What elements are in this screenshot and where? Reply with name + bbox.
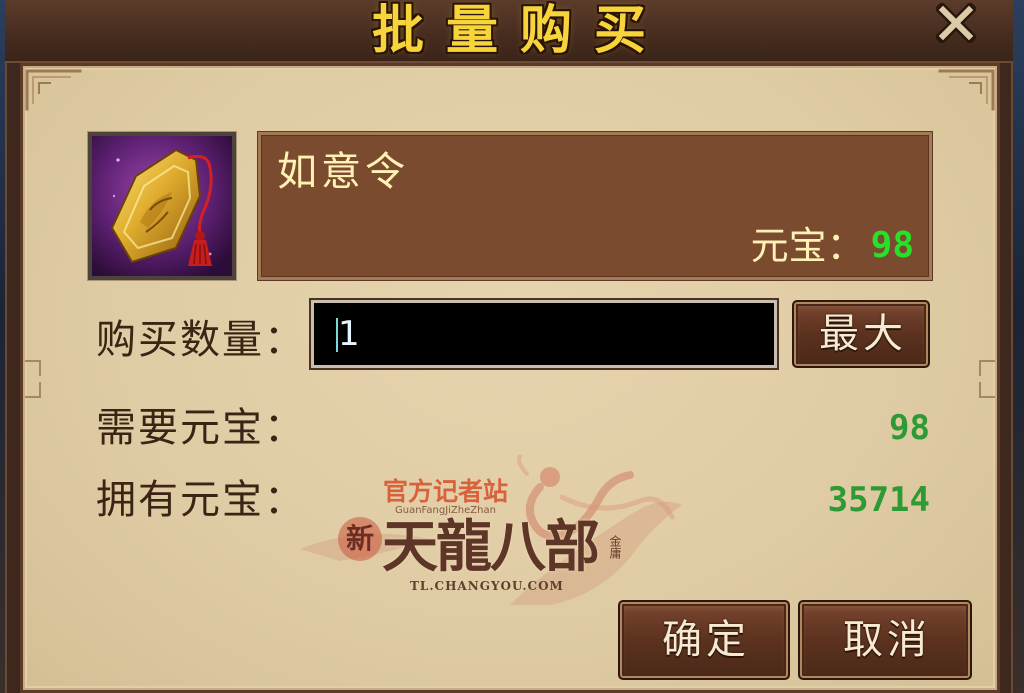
watermark-logo: 官方记者站 GuanFangJiZheZhan 新 天龍八部 金庸 TL.CHA… — [300, 455, 690, 605]
required-currency-value: 98 — [889, 408, 930, 448]
confirm-label: 确定 — [662, 617, 750, 663]
item-info-box: 如意令 元宝： 98 — [258, 132, 932, 280]
dialog-title: 批量购买 — [371, 1, 668, 61]
quantity-input[interactable] — [311, 300, 777, 368]
confirm-button[interactable]: 确定 — [618, 600, 790, 680]
watermark-author-seal: 金庸 — [608, 535, 622, 559]
text-cursor — [336, 318, 338, 352]
max-quantity-label: 最大 — [819, 311, 907, 357]
watermark-game-title: 天龍八部 — [382, 514, 600, 580]
ruyi-token-icon — [92, 136, 232, 276]
item-price-value: 98 — [870, 225, 914, 266]
cancel-label: 取消 — [843, 617, 931, 663]
game-screen: 批量购买 如意令 元宝： 98 购买数量： 1 最大 需要元宝： 98 拥有元宝… — [0, 0, 1024, 693]
watermark-prefix: 新 — [345, 522, 374, 555]
cancel-button[interactable]: 取消 — [798, 600, 972, 680]
close-icon — [936, 3, 976, 43]
owned-currency-label: 拥有元宝： — [96, 477, 306, 523]
watermark-site-name: 官方记者站 — [383, 477, 509, 506]
item-name: 如意令 — [277, 149, 409, 195]
max-quantity-button[interactable]: 最大 — [792, 300, 930, 368]
watermark-url: TL.CHANGYOU.COM — [410, 579, 564, 593]
item-price: 元宝： 98 — [751, 223, 914, 269]
item-icon-slot[interactable] — [88, 132, 236, 280]
item-price-label: 元宝： — [750, 224, 865, 268]
required-currency-label: 需要元宝： — [96, 405, 306, 451]
owned-currency-value: 35714 — [827, 480, 930, 520]
bulk-purchase-dialog: 批量购买 如意令 元宝： 98 购买数量： 1 最大 需要元宝： 98 拥有元宝… — [0, 0, 1024, 693]
close-button[interactable] — [930, 0, 982, 46]
quantity-label: 购买数量： — [96, 317, 306, 363]
watermark-seal: 新 — [338, 517, 382, 561]
